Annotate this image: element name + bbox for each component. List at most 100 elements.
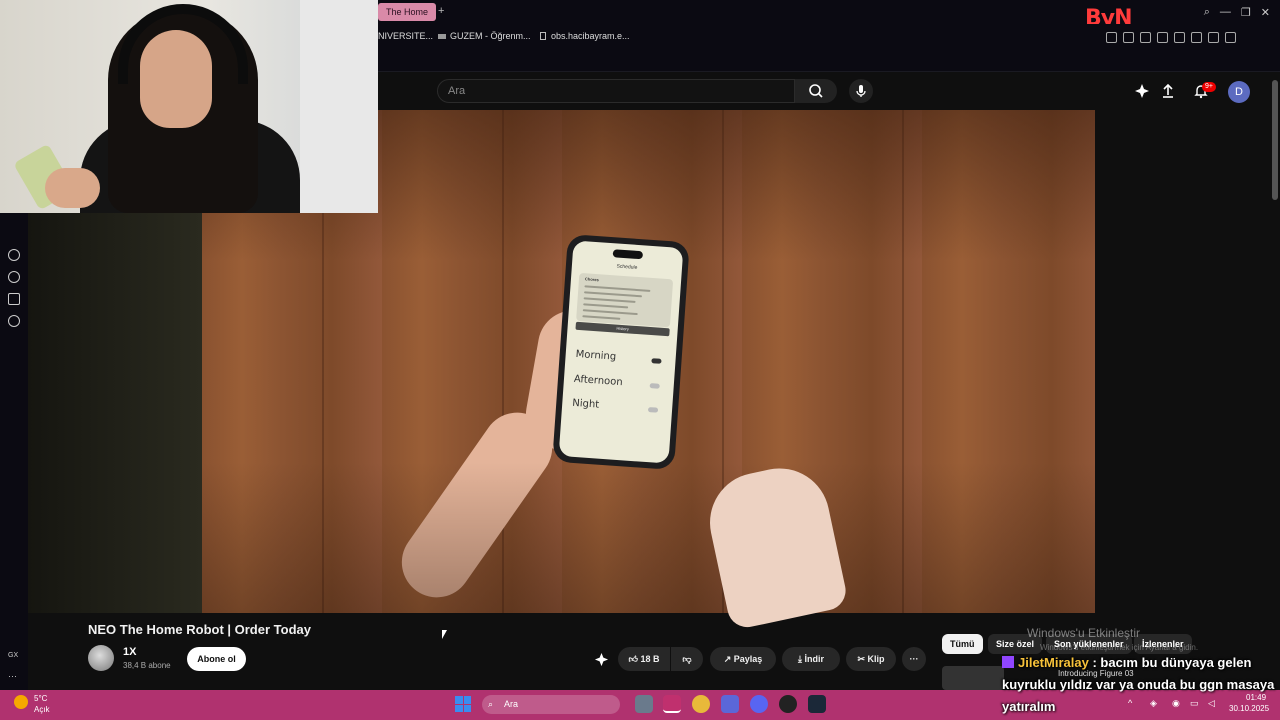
download-button[interactable]: ⤓ İndir <box>782 647 840 671</box>
phone-card-line <box>584 291 643 298</box>
extension-toolbar <box>1106 32 1236 43</box>
more-icon: ··· <box>909 654 919 664</box>
shield-icon[interactable] <box>1123 32 1134 43</box>
sidebar-more-icon[interactable]: ··· <box>8 671 17 681</box>
wood-grain <box>502 110 504 613</box>
screen: The Home + ByN ⌕ — ❐ ✕ NIVERSITE... GUZE… <box>0 0 1280 720</box>
stream-chat-message: JiletMiralay : bacım bu dünyaya gelen ku… <box>1002 652 1280 718</box>
maximize-icon[interactable]: ❐ <box>1241 6 1251 19</box>
download-icon[interactable] <box>1208 32 1219 43</box>
phone-toggle <box>647 407 659 413</box>
phone-row-morning: Morning <box>575 348 617 363</box>
notification-count-badge: 9+ <box>1202 82 1216 92</box>
opera-gx-taskbar-icon[interactable] <box>663 695 681 713</box>
menu-icon[interactable] <box>1225 32 1236 43</box>
phone-row-afternoon: Afternoon <box>573 373 623 389</box>
mic-icon <box>856 85 866 97</box>
webcam-background <box>300 0 378 213</box>
heart-icon[interactable] <box>1157 32 1168 43</box>
scissors-icon: ✂ <box>857 654 866 664</box>
wood-grain <box>902 110 904 613</box>
bookmark-universite[interactable]: NIVERSITE... <box>378 31 433 41</box>
phone-notch <box>612 249 644 260</box>
taskbar-search-label: Ara <box>504 699 519 709</box>
bookmark-page-icon <box>540 32 546 40</box>
new-tab-icon[interactable]: + <box>438 5 444 17</box>
puzzle-icon[interactable] <box>1174 32 1185 43</box>
video-title: NEO The Home Robot | Order Today <box>88 622 311 637</box>
dislike-button[interactable]: 👎︎ <box>671 647 703 671</box>
clip-button[interactable]: ✂ Klip <box>846 647 896 671</box>
gemini-sparkle-icon[interactable] <box>1134 83 1150 99</box>
windows-activation-subtext: Windows'u etkinleştirmek için Ayarlar'a … <box>1040 643 1199 652</box>
phone-card-line <box>582 315 620 320</box>
video-arm <box>388 398 566 612</box>
weather-condition[interactable]: Açık <box>34 705 50 714</box>
like-count: 18 B <box>640 654 660 664</box>
weather-temperature[interactable]: 5°C <box>34 694 47 703</box>
upload-icon[interactable] <box>1160 83 1176 99</box>
share-label: Paylaş <box>733 654 763 664</box>
clip-label: Klip <box>867 654 885 664</box>
steam-icon[interactable] <box>808 695 826 713</box>
sidebar-history-icon[interactable] <box>8 271 20 283</box>
obs-icon[interactable] <box>779 695 797 713</box>
minimize-icon[interactable]: — <box>1220 6 1231 19</box>
download-label: İndir <box>804 654 825 664</box>
channel-avatar[interactable] <box>88 645 114 671</box>
phone-row-night: Night <box>571 397 600 411</box>
streamer-webcam <box>0 0 378 213</box>
suggested-video-thumbnail[interactable] <box>942 666 1004 690</box>
discord-icon[interactable] <box>750 695 768 713</box>
subscribe-button[interactable]: Abone ol <box>187 647 246 671</box>
extension-icon[interactable] <box>1106 32 1117 43</box>
ask-sparkle-icon[interactable] <box>594 652 609 667</box>
sidebar-extensions-icon[interactable] <box>8 293 20 305</box>
bookmark-guzem[interactable]: GUZEM - Öğrenm... <box>438 31 531 41</box>
phone-card-heading: Chores <box>584 276 599 283</box>
browser-tab[interactable]: The Home <box>378 3 437 21</box>
subscriber-count: 38,4 B abone <box>123 661 171 670</box>
search-button[interactable] <box>795 79 837 103</box>
search-tabs-icon[interactable]: ⌕ <box>1204 6 1210 19</box>
search-input[interactable]: Ara <box>437 79 795 103</box>
player-letterbox-left <box>28 213 202 613</box>
voice-search-button[interactable] <box>849 79 873 103</box>
windows-start-icon[interactable] <box>455 696 471 712</box>
download-arrow-icon: ⤓ <box>798 654 802 664</box>
bookmark-obs-label: obs.hacibayram.e... <box>551 31 630 41</box>
app-icon[interactable] <box>721 695 739 713</box>
chat-username: JiletMiralay <box>1018 655 1089 670</box>
window-controls: ⌕ — ❐ ✕ <box>1204 6 1270 19</box>
video-phone: Schedule Chores History Morning Afternoo… <box>552 234 690 470</box>
phone-screen-title: Schedule <box>616 263 638 271</box>
account-avatar[interactable]: D <box>1228 81 1250 103</box>
page-scrollbar[interactable] <box>1272 80 1278 200</box>
bookmark-flag-icon <box>438 34 446 39</box>
taskbar-search[interactable]: ⌕ Ara <box>482 695 620 714</box>
more-actions-button[interactable]: ··· <box>902 647 926 671</box>
taskview-icon[interactable] <box>635 695 653 713</box>
sidebar-settings-icon[interactable] <box>8 315 20 327</box>
phone-toggle <box>649 383 660 389</box>
chrome-icon[interactable] <box>692 695 710 713</box>
phone-chores-card: Chores <box>576 272 674 328</box>
bookmark-obs[interactable]: obs.hacibayram.e... <box>540 31 630 41</box>
profile-icon[interactable] <box>1191 32 1202 43</box>
play-icon[interactable] <box>1140 32 1151 43</box>
share-button[interactable]: ↗ Paylaş <box>710 647 776 671</box>
search-icon <box>809 84 823 98</box>
phone-card-line <box>583 297 636 303</box>
channel-name[interactable]: 1X <box>123 646 136 658</box>
webcam-hand <box>45 168 100 208</box>
mouse-cursor <box>442 630 447 639</box>
like-button[interactable]: 👍︎ 18 B <box>618 647 670 671</box>
sidebar-play-icon[interactable] <box>8 249 20 261</box>
phone-card-line <box>584 285 651 292</box>
player-letterbox-right <box>1095 110 1270 613</box>
chip-all[interactable]: Tümü <box>942 634 983 654</box>
close-icon[interactable]: ✕ <box>1261 6 1270 19</box>
chat-badge-icon <box>1002 656 1014 668</box>
taskbar-search-icon: ⌕ <box>488 699 494 709</box>
weather-sun-icon[interactable] <box>14 695 28 709</box>
